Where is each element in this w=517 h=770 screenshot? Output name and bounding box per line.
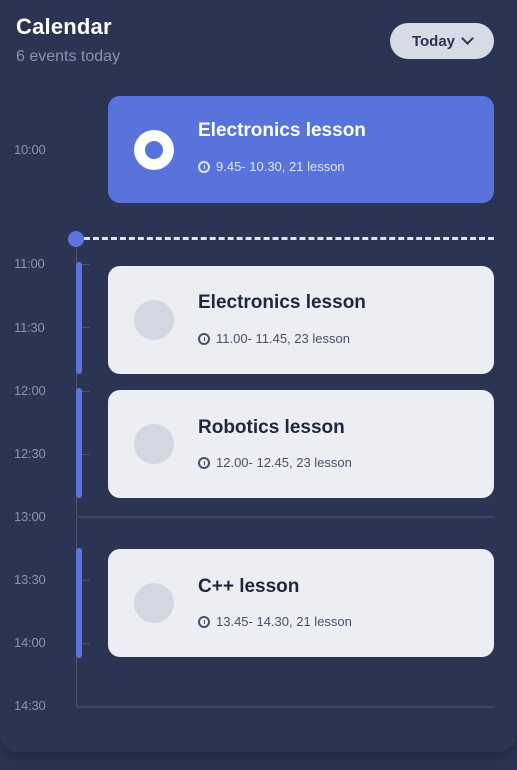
event-card[interactable]: Robotics lesson 12.00- 12.45, 23 lesson: [108, 390, 494, 498]
time-label-1430: 14:30: [14, 698, 46, 713]
clock-icon: [198, 332, 210, 345]
hour-divider: [76, 516, 494, 518]
current-time-line: [84, 237, 494, 240]
current-time-marker: [68, 231, 84, 247]
event-title: Electronics lesson: [198, 292, 366, 313]
event-duration-bar: [76, 262, 82, 374]
time-label-1300: 13:00: [14, 509, 46, 524]
clock-icon: [198, 160, 210, 173]
time-label-1100: 11:00: [14, 256, 45, 271]
today-button-label: Today: [411, 32, 456, 50]
calendar-panel: Calendar 6 events today Today 10:00 11:0…: [0, 0, 517, 752]
time-label-1000: 10:00: [14, 142, 46, 157]
event-avatar-icon: [134, 424, 174, 464]
event-title: Electronics lesson: [198, 120, 366, 141]
event-card[interactable]: C++ lesson 13.45- 14.30, 21 lesson: [108, 549, 494, 657]
event-duration-bar: [76, 388, 82, 498]
page-title: Calendar: [16, 14, 112, 39]
event-time: 9.45- 10.30, 21 lesson: [198, 159, 345, 174]
event-card[interactable]: Electronics lesson 9.45- 10.30, 21 lesso…: [108, 96, 494, 203]
event-avatar-icon: [134, 300, 174, 340]
event-duration-bar: [76, 548, 82, 658]
event-time: 12.00- 12.45, 23 lesson: [198, 455, 352, 470]
clock-icon: [198, 456, 210, 469]
event-title: C++ lesson: [198, 576, 300, 597]
time-label-1400: 14:00: [14, 635, 46, 650]
event-title: Robotics lesson: [198, 417, 345, 438]
event-card[interactable]: Electronics lesson 11.00- 11.45, 23 less…: [108, 266, 494, 374]
time-label-1330: 13:30: [14, 572, 46, 587]
time-label-1130: 11:30: [14, 320, 45, 335]
time-label-1200: 12:00: [14, 383, 46, 398]
today-button[interactable]: Today: [390, 23, 494, 59]
event-time: 11.00- 11.45, 23 lesson: [198, 331, 350, 346]
clock-icon: [198, 615, 210, 628]
chevron-down-icon: [461, 32, 474, 45]
event-avatar-icon: [134, 583, 174, 623]
event-avatar-icon: [134, 130, 174, 170]
hour-divider: [76, 706, 494, 708]
event-time: 13.45- 14.30, 21 lesson: [198, 614, 352, 629]
events-count: 6 events today: [16, 48, 121, 65]
time-label-1230: 12:30: [14, 446, 46, 461]
